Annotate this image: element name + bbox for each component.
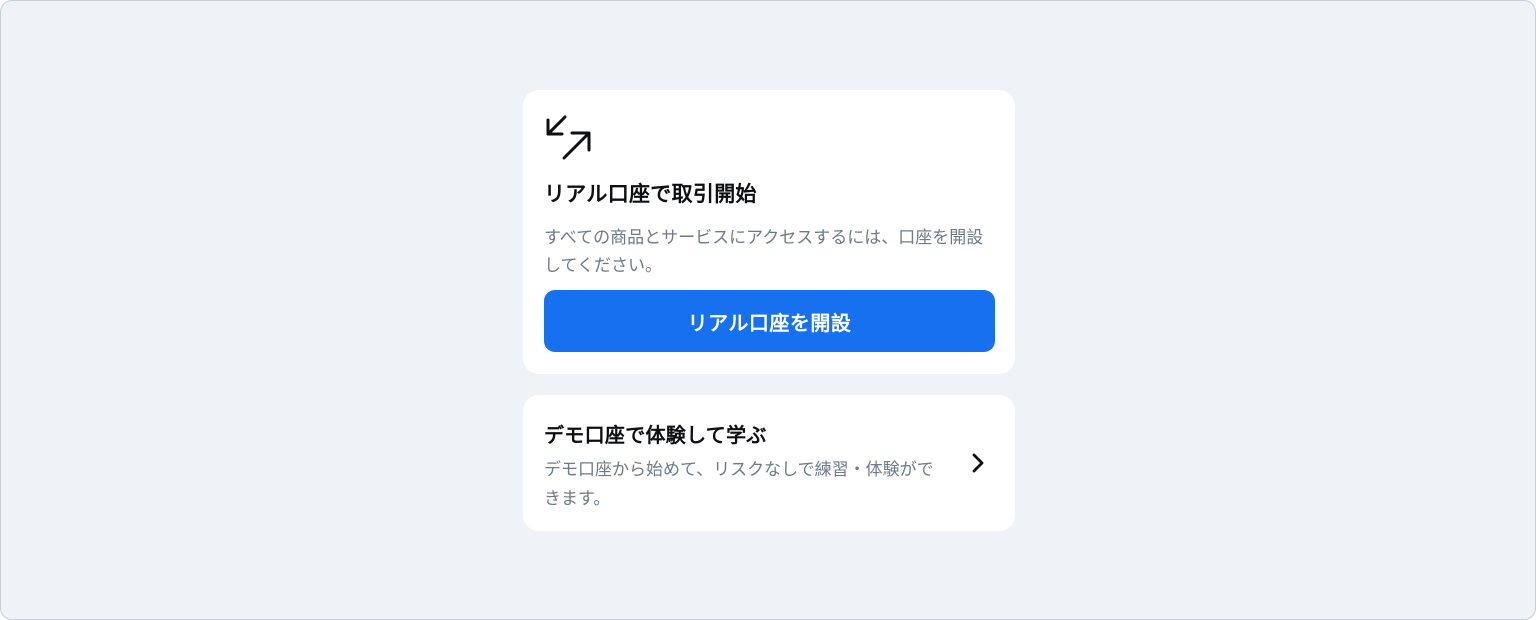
open-real-account-button[interactable]: リアル口座を開設 [544,290,995,352]
demo-account-card[interactable]: デモ口座で体験して学ぶ デモ口座から始めて、リスクなしで練習・体験ができます。 [523,395,1015,531]
real-account-title: リアル口座で取引開始 [544,182,757,206]
page-background: リアル口座で取引開始 すべての商品とサービスにアクセスするには、口座を開設してく… [0,0,1536,620]
demo-account-description: デモ口座から始めて、リスクなしで練習・体験ができます。 [544,460,934,509]
real-account-description: すべての商品とサービスにアクセスするには、口座を開設してください。 [544,228,984,276]
chevron-right-icon[interactable] [968,451,988,475]
real-account-card: リアル口座で取引開始 すべての商品とサービスにアクセスするには、口座を開設してく… [523,90,1015,374]
arrows-exchange-icon [546,115,591,160]
demo-account-title: デモ口座で体験して学ぶ [544,423,767,447]
